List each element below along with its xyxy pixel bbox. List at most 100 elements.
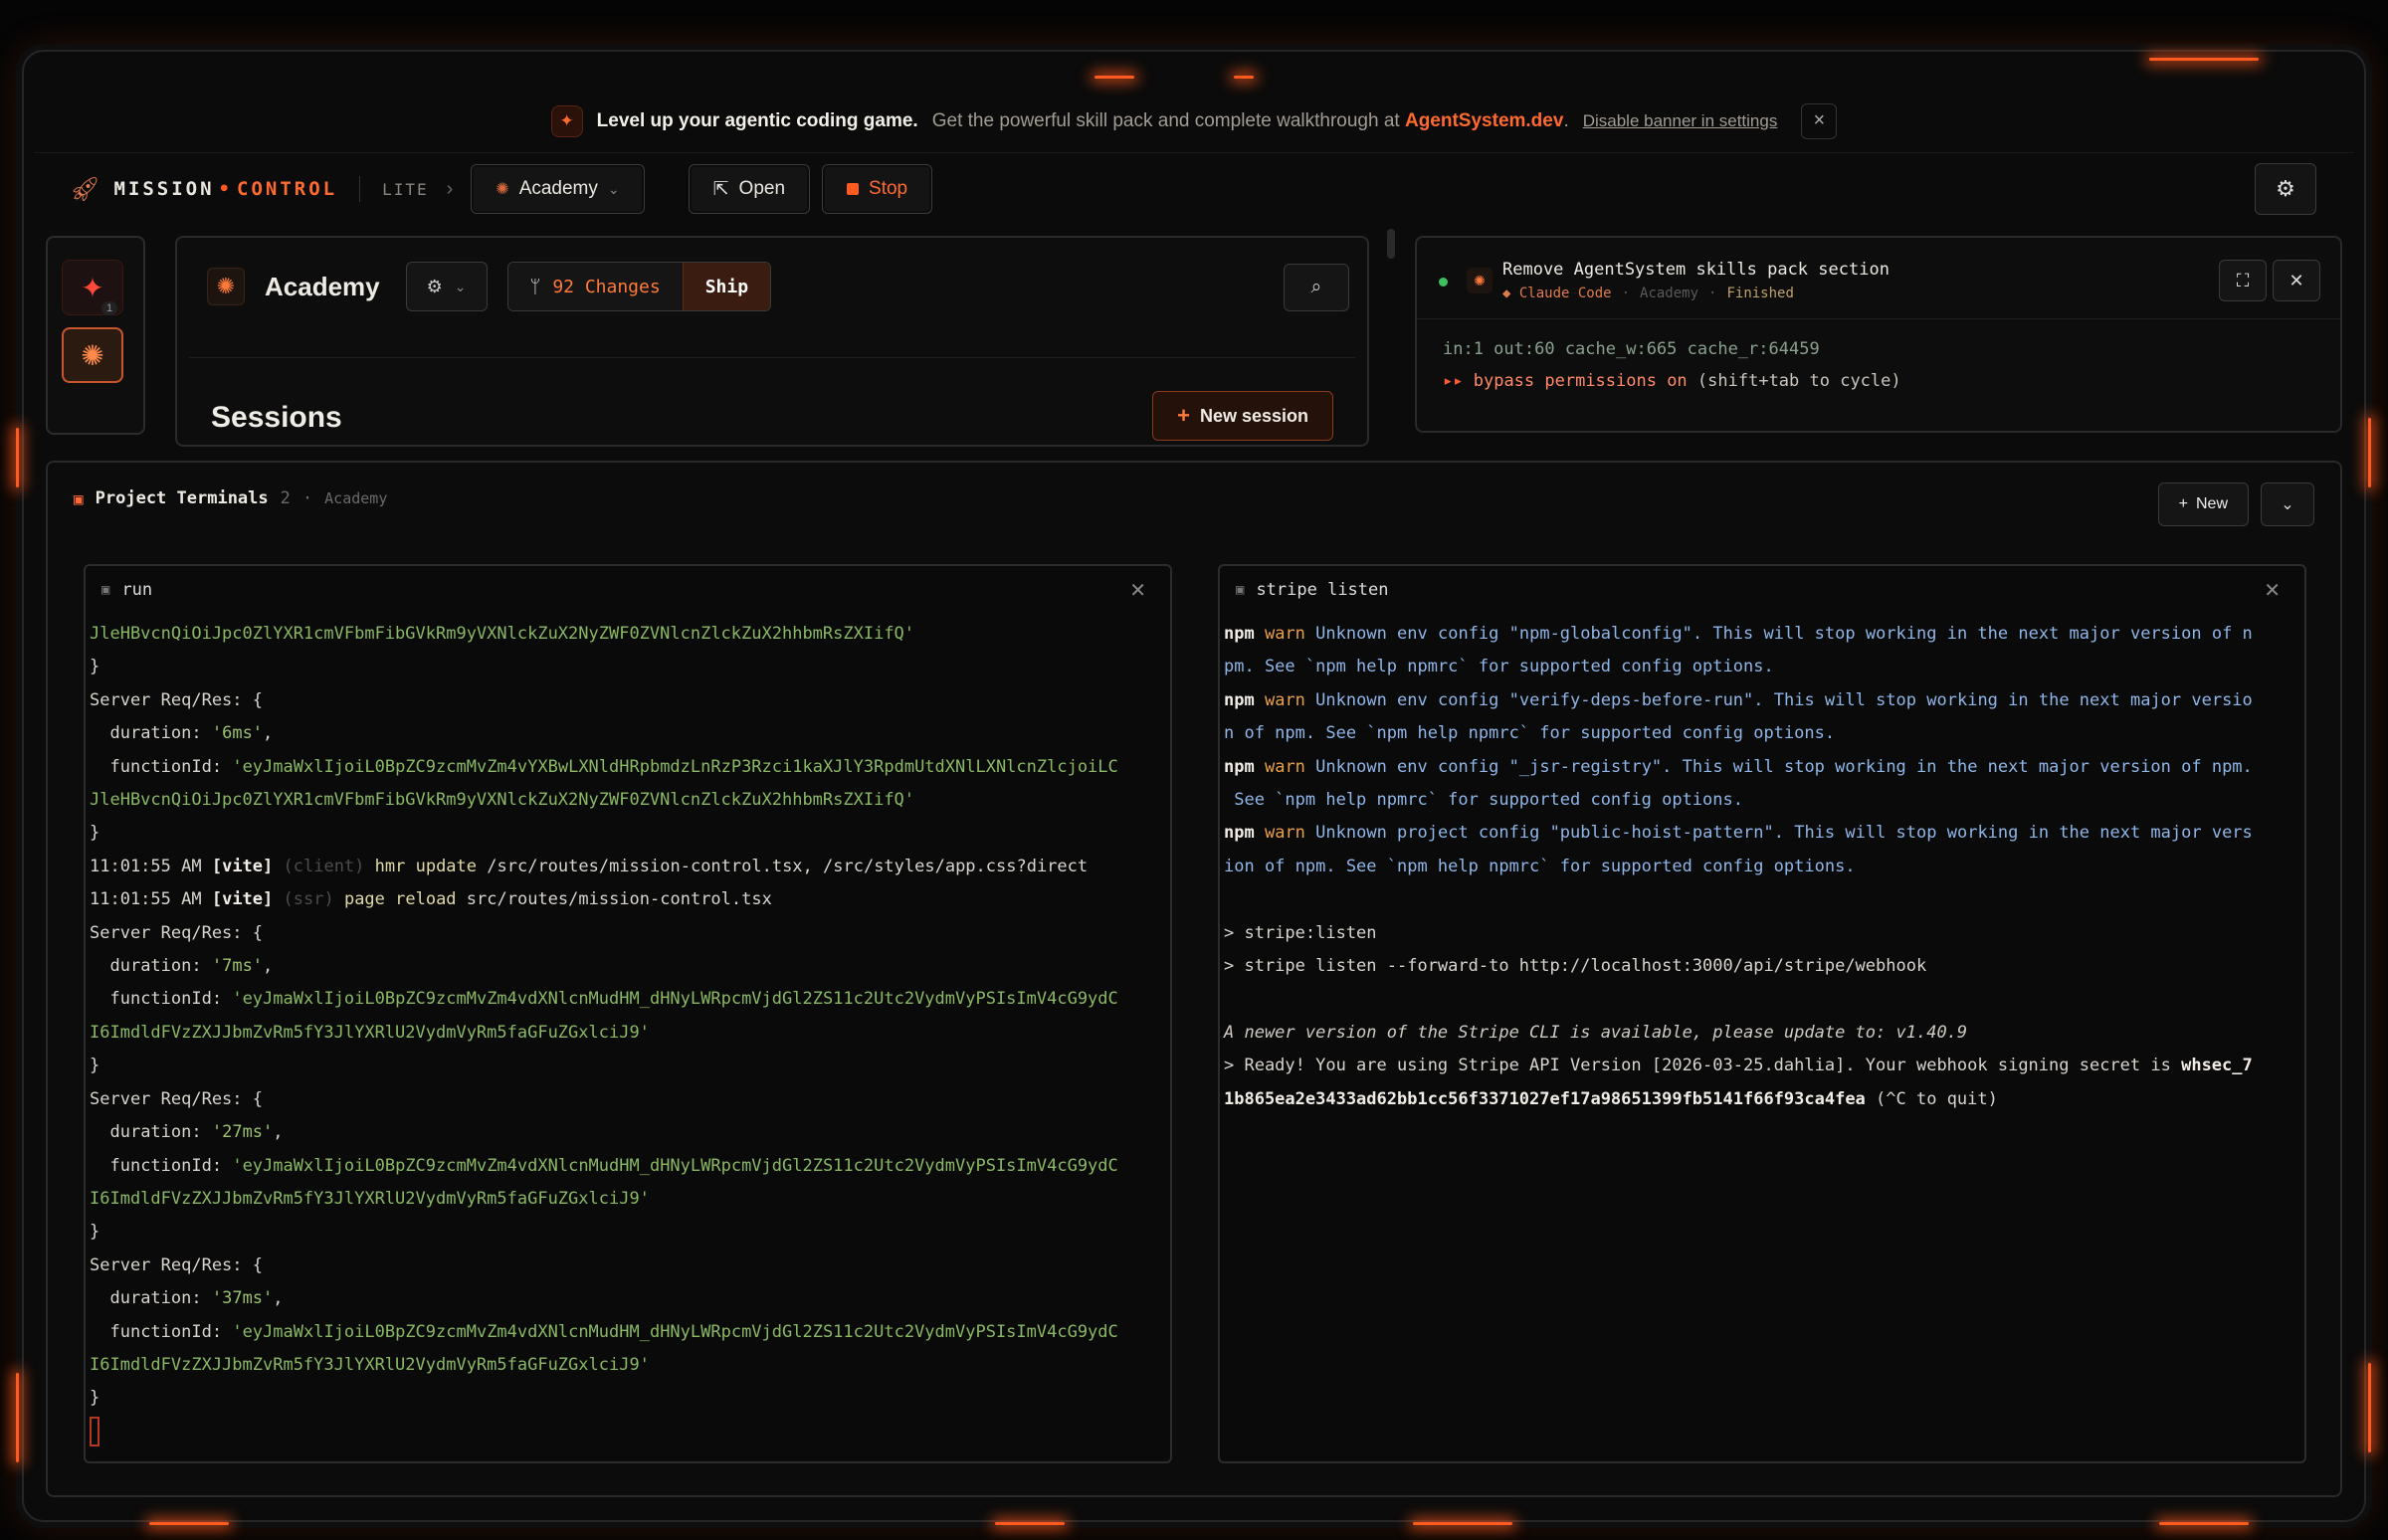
disable-banner-link[interactable]: Disable banner in settings — [1583, 111, 1778, 131]
output-line: I6ImdldFVzZXJJbmZvRm5fY3JlYXRlU2VydmVyRm… — [90, 1183, 1160, 1216]
close-terminal-button[interactable]: ✕ — [1129, 578, 1146, 603]
frame-glow — [1234, 76, 1254, 79]
hmr-label: hmr update — [374, 856, 478, 876]
output-line: } — [90, 823, 100, 844]
session-card-header: ✺ Remove AgentSystem skills pack section… — [1417, 238, 2340, 319]
string-value: 'eyJmaWxlIjoiL0BpZC9zcmMvZm4vdXNlcnMudHM… — [232, 989, 1118, 1010]
bypass-arrows: ▸▸ — [1443, 371, 1464, 391]
project-selector[interactable]: ✺ Academy ⌄ — [471, 164, 645, 214]
academy-logo-icon: ✺ — [207, 268, 245, 305]
terminals-project: Academy — [324, 489, 388, 507]
plus-icon: + — [2178, 495, 2188, 512]
output-line: Server Req/Res: { — [90, 689, 263, 710]
rail-badge: 1 — [101, 301, 118, 315]
terminal-tab[interactable]: ▣ stripe listen — [1236, 580, 1389, 600]
promo-banner: ✦ Level up your agentic coding game. Get… — [34, 90, 2354, 153]
warning-text: ion of npm. See `npm help npmrc` for sup… — [1224, 856, 1856, 876]
output-line: duration: '7ms', — [109, 956, 274, 977]
search-button[interactable]: ⌕ — [1284, 264, 1349, 311]
app-brand[interactable]: MISSION • CONTROL — [113, 178, 337, 200]
brand-mission: MISSION — [113, 178, 215, 200]
session-agent: ◆ Claude Code — [1502, 286, 1612, 301]
terminal-output: JleHBvcnQiOiJpc0ZlYXR1cmVFbmFibGVkRm9yVX… — [90, 618, 1160, 1448]
ship-button[interactable]: Ship — [682, 263, 771, 310]
session-title: Remove AgentSystem skills pack section — [1502, 260, 1890, 280]
banner-period: . — [1563, 109, 1569, 131]
terminal-run[interactable]: ▣ run ✕ JleHBvcnQiOiJpc0ZlYXR1cmVFbmFibG… — [84, 564, 1172, 1463]
warn-tag: warn — [1264, 756, 1305, 777]
session-permissions-line: ▸▸ bypass permissions on (shift+tab to c… — [1443, 371, 1901, 391]
output-line: 11:01:55 AM [vite] (ssr) page reload src… — [90, 883, 1160, 916]
chevron-down-icon: ⌄ — [607, 180, 620, 197]
close-banner-button[interactable]: × — [1801, 102, 1838, 139]
string-value: I6ImdldFVzZXJJbmZvRm5fY3JlYXRlU2VydmVyRm… — [90, 1022, 650, 1043]
open-button[interactable]: ⇱ Open — [688, 164, 811, 214]
project-settings-dropdown[interactable]: ⚙ ⌄ — [405, 262, 488, 311]
string-value: '6ms' — [211, 723, 264, 744]
key: functionId: — [109, 756, 223, 777]
string-value: JleHBvcnQiOiJpc0ZlYXR1cmVFbmFibGVkRm9yVX… — [90, 624, 915, 644]
session-card[interactable]: ✺ Remove AgentSystem skills pack section… — [1415, 236, 2342, 433]
project-terminals-panel: ▣ Project Terminals 2 · Academy + New ⌄ … — [46, 461, 2342, 1497]
close-session-button[interactable]: ✕ — [2273, 260, 2320, 301]
frame-glow — [1413, 1522, 1512, 1525]
banner-headline: Level up your agentic coding game. — [596, 109, 918, 131]
gear-icon: ⚙ — [426, 276, 443, 296]
key: functionId: — [109, 989, 223, 1010]
project-selector-label: Academy — [518, 178, 598, 199]
settings-button[interactable]: ⚙ — [2255, 163, 2316, 215]
new-terminal-button[interactable]: + New — [2157, 482, 2249, 526]
string-value: 'eyJmaWxlIjoiL0BpZC9zcmMvZm4vdXNlcnMudHM… — [232, 1155, 1118, 1176]
banner-link[interactable]: AgentSystem.dev — [1405, 110, 1563, 131]
gear-icon: ⚙ — [2276, 176, 2295, 201]
bypass-hint: (shift+tab to cycle) — [1696, 371, 1901, 391]
status-dot — [1439, 278, 1448, 287]
scope-tag: (client) — [283, 856, 365, 876]
string-value: JleHBvcnQiOiJpc0ZlYXR1cmVFbmFibGVkRm9yVX… — [90, 790, 915, 811]
sessions-heading: Sessions — [211, 401, 342, 434]
bypass-text: bypass permissions on — [1473, 371, 1688, 391]
key: functionId: — [109, 1155, 223, 1176]
output-line: ion of npm. See `npm help npmrc` for sup… — [1224, 851, 2294, 883]
project-title: Academy — [265, 271, 380, 301]
output-line: 1b865ea2e3433ad62bb1cc56f3371027ef17a986… — [1224, 1083, 2294, 1116]
warning-text: Unknown env config "verify-deps-before-r… — [1315, 689, 2253, 710]
new-session-button[interactable]: + New session — [1152, 391, 1333, 441]
frame-glow — [995, 1522, 1065, 1525]
close-icon: ✕ — [2264, 580, 2281, 602]
terminal-icon: ▣ — [1236, 582, 1245, 598]
expand-session-button[interactable]: ⛶ — [2219, 260, 2267, 301]
close-terminal-button[interactable]: ✕ — [2264, 578, 2281, 603]
frame-glow — [16, 428, 19, 487]
rail-project-academy[interactable]: ✺ — [62, 327, 123, 383]
string-value: '27ms' — [211, 1122, 274, 1143]
npm-tag: npm — [1224, 823, 1255, 844]
top-bar: 🚀︎ MISSION • CONTROL LITE › ✺ Academy ⌄ ⇱ … — [34, 157, 2354, 221]
stop-button-label: Stop — [869, 178, 908, 199]
project-logo-icon: ✺ — [496, 181, 509, 198]
reload-label: page reload — [343, 889, 457, 910]
output-line: npm warn Unknown project config "public-… — [1224, 817, 2294, 850]
terminal-tab[interactable]: ▣ run — [101, 580, 152, 600]
prompt-line[interactable] — [90, 1416, 1160, 1448]
changes-button[interactable]: ᛘ 92 Changes — [507, 263, 683, 310]
output-line: npm warn Unknown env config "npm-globalc… — [1224, 618, 2294, 651]
new-session-label: New session — [1199, 405, 1308, 426]
npm-tag: npm — [1224, 624, 1255, 644]
timestamp: 11:01:55 AM — [90, 889, 202, 910]
output-line: I6ImdldFVzZXJJbmZvRm5fY3JlYXRlU2VydmVyRm… — [90, 1017, 1160, 1050]
terminals-header: ▣ Project Terminals 2 · Academy — [74, 488, 387, 508]
terminal-options-dropdown[interactable]: ⌄ — [2261, 482, 2314, 526]
scrollbar[interactable] — [1387, 229, 1395, 259]
project-rail: ✦ 1 ✺ — [46, 236, 145, 435]
changes-label: 92 Changes — [552, 276, 661, 297]
session-status: Finished — [1726, 286, 1794, 301]
star-icon: ✦ — [81, 272, 104, 303]
terminal-stripe-listen[interactable]: ▣ stripe listen ✕ npm warn Unknown env c… — [1218, 564, 2306, 1463]
webhook-secret: whsec_7 — [2181, 1056, 2253, 1076]
warn-tag: warn — [1264, 624, 1305, 644]
plus-icon: + — [1177, 403, 1190, 428]
stop-button[interactable]: Stop — [822, 164, 933, 214]
meta-separator: · — [1621, 286, 1631, 301]
